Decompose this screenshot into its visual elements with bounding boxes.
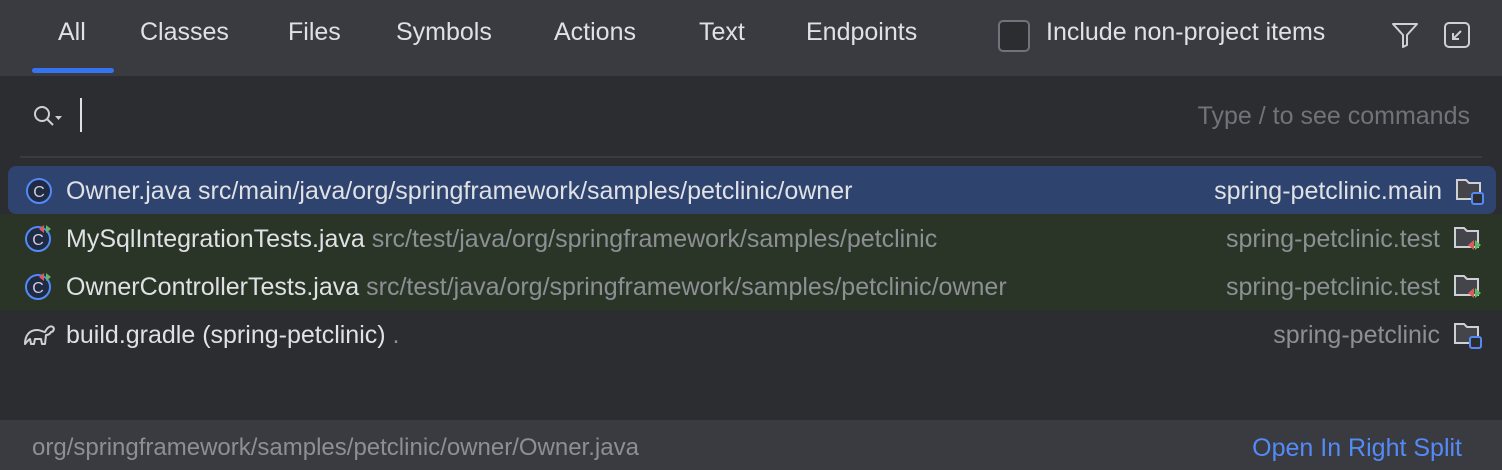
class-icon: C bbox=[26, 178, 52, 204]
svg-text:C: C bbox=[33, 184, 45, 201]
source-folder-icon bbox=[1456, 179, 1484, 205]
status-footer: org/springframework/samples/petclinic/ow… bbox=[0, 420, 1502, 470]
include-non-project-label[interactable]: Include non-project items bbox=[1046, 18, 1325, 47]
tab-actions[interactable]: Actions bbox=[554, 18, 636, 47]
tab-symbols[interactable]: Symbols bbox=[396, 18, 492, 47]
result-name: MySqlIntegrationTests.java bbox=[66, 225, 365, 253]
divider bbox=[20, 156, 1482, 158]
svg-text:C: C bbox=[32, 232, 44, 249]
active-tab-indicator bbox=[32, 68, 114, 73]
search-hint: Type / to see commands bbox=[1197, 102, 1470, 130]
scope-tabs: All Classes Files Symbols Actions Text E… bbox=[0, 0, 1502, 76]
test-folder-icon bbox=[1454, 227, 1481, 250]
source-folder-icon bbox=[1454, 323, 1482, 349]
test-class-icon: C bbox=[25, 225, 51, 252]
result-module: spring-petclinic.test bbox=[1226, 273, 1440, 301]
result-module: spring-petclinic.test bbox=[1226, 225, 1440, 253]
result-row[interactable]: build.gradle (spring-petclinic) . spring… bbox=[0, 310, 1502, 358]
tab-all[interactable]: All bbox=[58, 18, 86, 47]
search-history-icon[interactable] bbox=[32, 104, 68, 130]
tab-files[interactable]: Files bbox=[288, 18, 341, 47]
result-path: src/test/java/org/springframework/sample… bbox=[371, 225, 938, 253]
tab-endpoints[interactable]: Endpoints bbox=[806, 18, 917, 47]
search-input[interactable] bbox=[80, 96, 1080, 134]
test-class-icon: C bbox=[25, 273, 51, 300]
selected-file-path: org/springframework/samples/petclinic/ow… bbox=[32, 434, 639, 461]
result-path: src/test/java/org/springframework/sample… bbox=[366, 273, 1007, 301]
result-name: OwnerControllerTests.java bbox=[66, 273, 360, 301]
result-row[interactable]: C MySqlIntegrationTests.java src/test/ja… bbox=[0, 214, 1502, 262]
result-path: . bbox=[392, 321, 400, 349]
result-row[interactable]: C OwnerControllerTests.java src/test/jav… bbox=[0, 262, 1502, 310]
tab-classes[interactable]: Classes bbox=[140, 18, 229, 47]
include-non-project-checkbox[interactable] bbox=[998, 20, 1030, 52]
result-module: spring-petclinic bbox=[1273, 321, 1440, 349]
gradle-icon bbox=[24, 325, 55, 345]
text-caret bbox=[80, 98, 82, 132]
result-name: Owner.java bbox=[66, 177, 192, 205]
test-folder-icon bbox=[1454, 275, 1481, 298]
result-row[interactable]: C Owner.java src/main/java/org/springfra… bbox=[8, 166, 1496, 214]
tab-text[interactable]: Text bbox=[699, 18, 745, 47]
result-module: spring-petclinic.main bbox=[1214, 177, 1442, 205]
collapse-to-window-icon[interactable] bbox=[1442, 20, 1472, 50]
filter-icon[interactable] bbox=[1390, 20, 1420, 50]
result-path: src/main/java/org/springframework/sample… bbox=[198, 177, 853, 205]
svg-text:C: C bbox=[32, 280, 44, 297]
result-name: build.gradle (spring-petclinic) bbox=[66, 321, 386, 349]
open-in-right-split-link[interactable]: Open In Right Split bbox=[1252, 434, 1462, 463]
